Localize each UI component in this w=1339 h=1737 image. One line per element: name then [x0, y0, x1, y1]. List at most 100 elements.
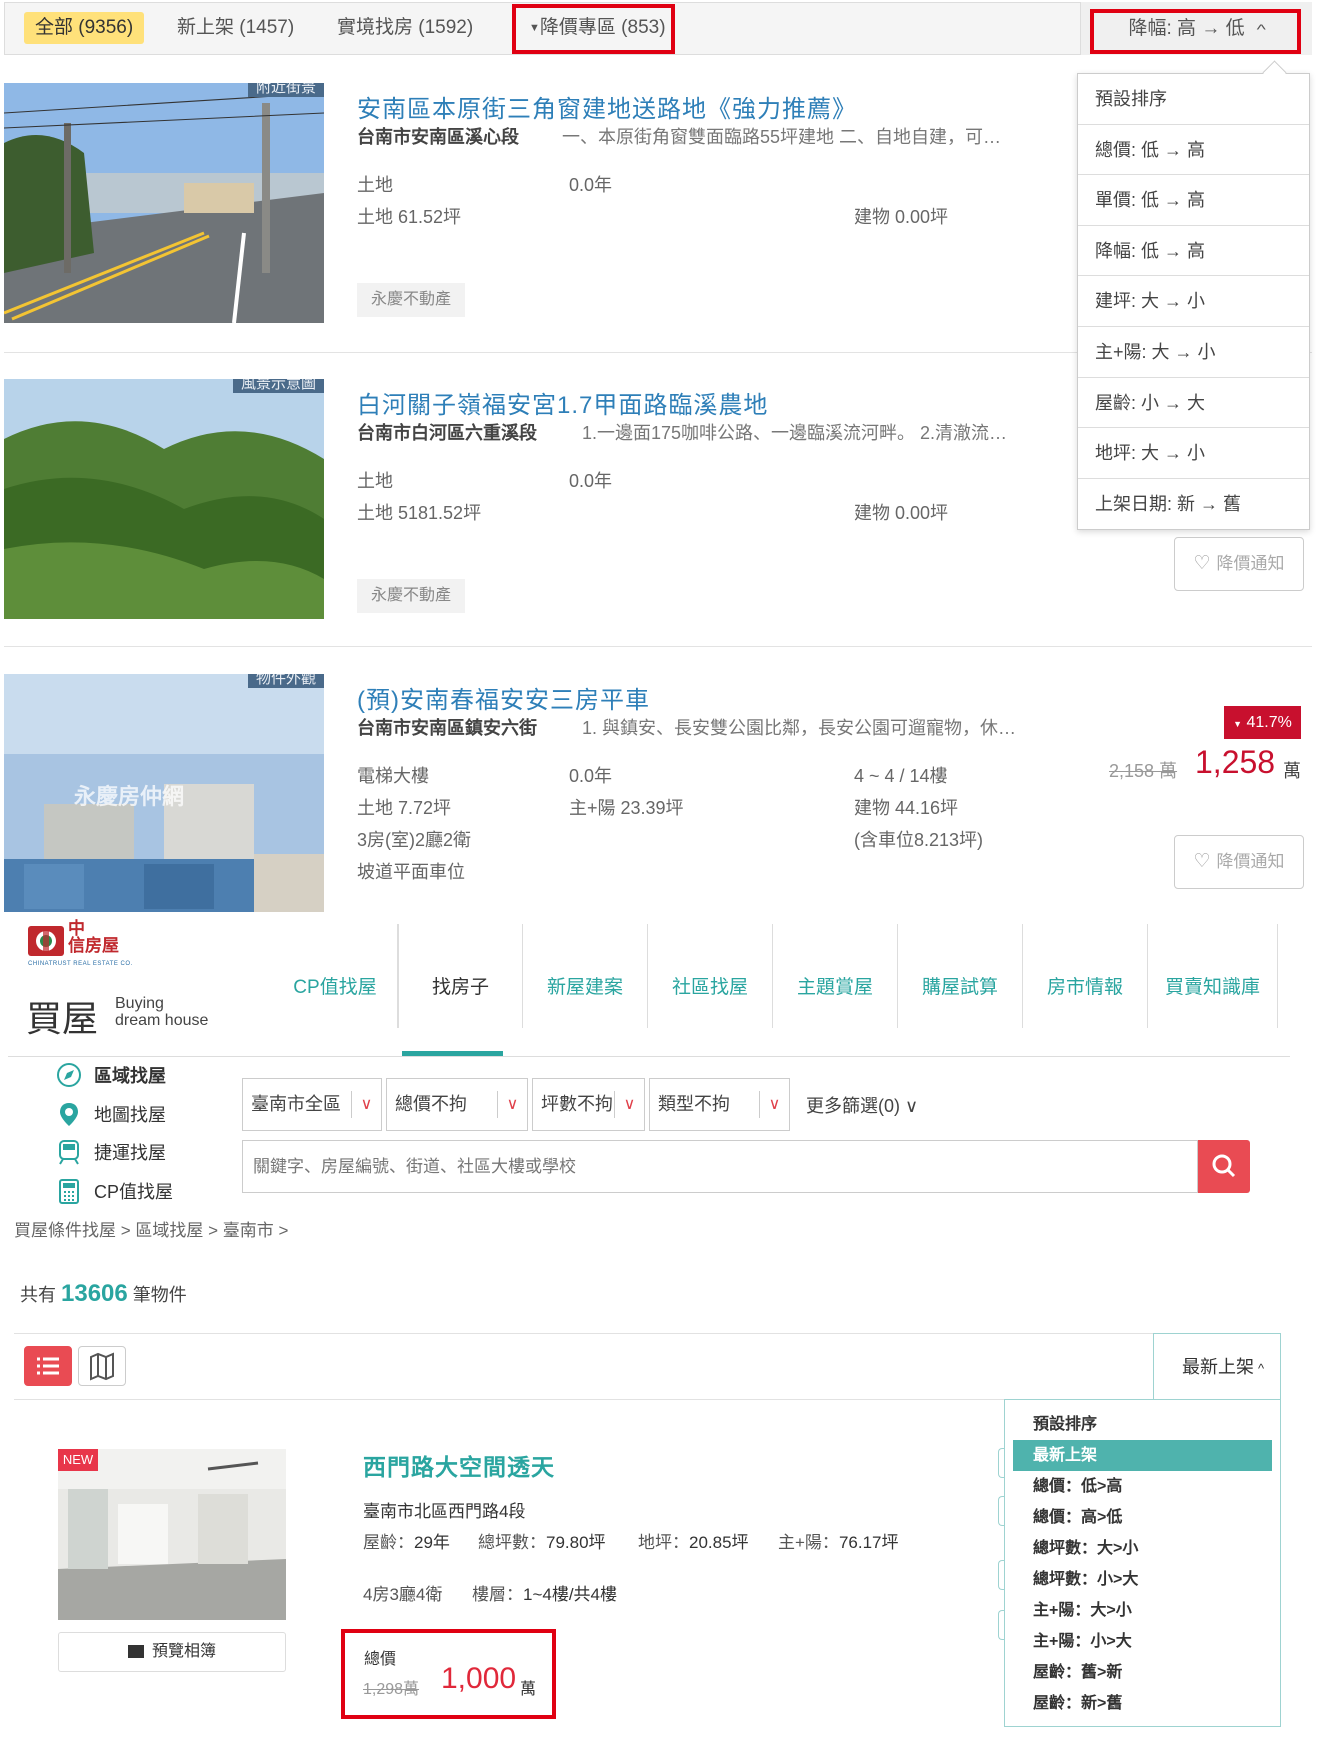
listing-total-area: 總坪數：79.80坪 — [478, 1528, 606, 1553]
listing-photo[interactable]: 風景示意圖 — [4, 379, 324, 619]
price-drop-notify-button[interactable]: ♡ 降價通知 — [1174, 835, 1304, 889]
sort-option[interactable]: 總坪數：小>大 — [1013, 1564, 1272, 1595]
section-subtitle: Buying dream house — [115, 995, 208, 1029]
listing-description: 1. 與鎮安、長安雙公園比鄰，長安公園可遛寵物，休… — [582, 718, 1017, 738]
area-select[interactable]: 坪數不拘 ∨ — [532, 1078, 645, 1131]
logo-subtitle: CHINATRUST REAL ESTATE CO. — [28, 961, 133, 967]
tab-all[interactable]: 全部 (9356) — [24, 12, 145, 44]
sort-label: 最新上架 — [1182, 1357, 1254, 1377]
listing-photo[interactable]: 附近街景 — [4, 83, 324, 323]
nav-community[interactable]: 社區找屋 — [648, 924, 773, 1028]
train-icon — [59, 1140, 79, 1165]
more-filters-button[interactable]: 更多篩選(0) ∨ — [806, 1092, 918, 1118]
nav-market-news[interactable]: 房市情報 — [1023, 924, 1148, 1028]
price-select[interactable]: 總價不拘 ∨ — [386, 1078, 528, 1131]
spec-label: 樓層： — [472, 1585, 523, 1604]
sort-option[interactable]: 總坪數：大>小 — [1013, 1533, 1272, 1564]
spec-value: 79.80坪 — [546, 1533, 606, 1552]
side-link-mrt[interactable]: 捷運找屋 — [56, 1139, 166, 1165]
side-link-cp[interactable]: CP值找屋 — [56, 1178, 173, 1204]
highlight-box — [341, 1629, 556, 1719]
listing-address: 臺南市北區西門路4段 — [363, 1502, 526, 1521]
sort-option[interactable]: 降幅: 低 → 高 — [1078, 225, 1309, 277]
map-pin-icon — [60, 1103, 78, 1126]
section-subtitle-line-1: Buying — [115, 995, 164, 1012]
chevron-down-icon: ∨ — [351, 1091, 381, 1118]
listing-title[interactable]: 西門路大空間透天 — [363, 1448, 555, 1482]
list-icon — [37, 1357, 59, 1375]
spec-label: 地坪： — [638, 1533, 689, 1552]
sort-option[interactable]: 主+陽：大>小 — [1013, 1595, 1272, 1626]
listing-age: 0.0年 — [569, 471, 613, 491]
new-badge: NEW — [58, 1449, 98, 1471]
type-select[interactable]: 類型不拘 ∨ — [649, 1078, 790, 1131]
listing-floor: 4 ~ 4 / 14樓 — [854, 766, 948, 786]
divider — [14, 1333, 1280, 1334]
agent-badge: 永慶不動產 — [357, 283, 466, 317]
sort-option[interactable]: 屋齡：舊>新 — [1013, 1657, 1272, 1688]
compass-icon — [57, 1063, 81, 1087]
sort-option[interactable]: 屋齡: 小 → 大 — [1078, 377, 1309, 429]
search-input[interactable]: 關鍵字、房屋編號、街道、社區大樓或學校 — [242, 1140, 1198, 1193]
listing-building-area: 建物 0.00坪 — [854, 207, 949, 227]
listing-card[interactable]: 物件外觀 永慶房仲網 (預)安南春福安安三房平車 台南市安南區鎮安六街 1. 與… — [4, 674, 1312, 914]
listing-land-area: 土地 5181.52坪 — [357, 503, 482, 523]
listing-title[interactable]: 安南區本原街三角窗建地送路地《強力推薦》 — [357, 89, 857, 124]
price-drop-badge: ▼ 41.7% — [1224, 706, 1301, 739]
listing-photo[interactable] — [58, 1449, 286, 1620]
listing-title[interactable]: (預)安南春福安安三房平車 — [357, 680, 650, 715]
nav-calculator[interactable]: 購屋試算 — [898, 924, 1023, 1028]
chevron-up-icon: ^ — [1258, 1361, 1265, 1376]
photo-caption: 物件外觀 — [247, 674, 324, 688]
sort-option[interactable]: 單價: 低 → 高 — [1078, 175, 1309, 226]
listing-photo[interactable]: 物件外觀 永慶房仲網 — [4, 674, 324, 912]
listing-title[interactable]: 白河關子嶺福安宮1.7甲面路臨溪農地 — [357, 385, 768, 420]
sort-option[interactable]: 主+陽: 大 → 小 — [1078, 326, 1309, 378]
nav-cp-value[interactable]: CP值找屋 — [273, 924, 398, 1028]
sort-option[interactable]: 主+陽：小>大 — [1013, 1626, 1272, 1657]
side-link-label: 捷運找屋 — [94, 1143, 166, 1163]
spec-value: 20.85坪 — [689, 1533, 749, 1552]
tab-new-listings[interactable]: 新上架 (1457) — [166, 12, 305, 44]
side-link-label: 地圖找屋 — [94, 1105, 166, 1125]
highlight-box — [512, 4, 675, 54]
sort-option[interactable]: 屋齡：新>舊 — [1013, 1688, 1272, 1719]
listing-type: 電梯大樓 — [357, 766, 429, 786]
search-button[interactable] — [1198, 1140, 1250, 1193]
spec-label: 屋齡： — [363, 1533, 414, 1552]
price-drop-notify-button[interactable]: ♡ 降價通知 — [1174, 537, 1304, 591]
divider — [8, 1056, 1290, 1057]
nav-themes[interactable]: 主題賞屋 — [773, 924, 898, 1028]
nav-find-house[interactable]: 找房子 — [398, 924, 523, 1028]
section-subtitle-line-2: dream house — [115, 1012, 209, 1029]
sort-option[interactable]: 總價：低>高 — [1013, 1471, 1272, 1502]
listing-address: 台南市安南區鎮安六街 — [357, 718, 537, 738]
sort-dropdown-button[interactable]: 最新上架 ^ — [1153, 1333, 1281, 1399]
sort-option-selected[interactable]: 最新上架 — [1013, 1440, 1272, 1471]
sort-option[interactable]: 總價: 低 → 高 — [1078, 124, 1309, 176]
photo-caption: 風景示意圖 — [232, 379, 324, 393]
sort-option[interactable]: 總價：高>低 — [1013, 1502, 1272, 1533]
sort-option[interactable]: 上架日期: 新 → 舊 — [1078, 478, 1309, 530]
preview-album-button[interactable]: 預覽相簿 — [58, 1632, 286, 1672]
logo-line-2: 信房屋 — [68, 936, 119, 955]
image-icon — [127, 1645, 144, 1659]
notify-label: 降價通知 — [1216, 852, 1285, 871]
nav-knowledge[interactable]: 買賣知識庫 — [1148, 924, 1278, 1028]
sort-option[interactable]: 建坪: 大 → 小 — [1078, 276, 1309, 327]
sort-option[interactable]: 預設排序 — [1078, 74, 1309, 125]
listing-main-area: 主+陽 23.39坪 — [569, 798, 684, 818]
nav-new-projects[interactable]: 新屋建案 — [523, 924, 648, 1028]
region-select[interactable]: 臺南市全區 ∨ — [242, 1078, 382, 1131]
map-view-button[interactable] — [78, 1346, 126, 1386]
sort-option[interactable]: 預設排序 — [1013, 1409, 1272, 1440]
sort-option[interactable]: 地坪: 大 → 小 — [1078, 428, 1309, 479]
company-logo-icon[interactable] — [28, 924, 66, 958]
tab-virtual-tour[interactable]: 實境找房 (1592) — [326, 12, 484, 44]
listing-land-area: 土地 61.52坪 — [357, 207, 462, 227]
side-link-map[interactable]: 地圖找屋 — [56, 1101, 166, 1127]
list-view-button[interactable] — [24, 1346, 72, 1386]
side-link-area[interactable]: 區域找屋 — [56, 1062, 166, 1088]
photo-watermark: 永慶房仲網 — [74, 784, 185, 809]
breadcrumb[interactable]: 買屋條件找屋 > 區域找屋 > 臺南市 > — [14, 1216, 288, 1241]
